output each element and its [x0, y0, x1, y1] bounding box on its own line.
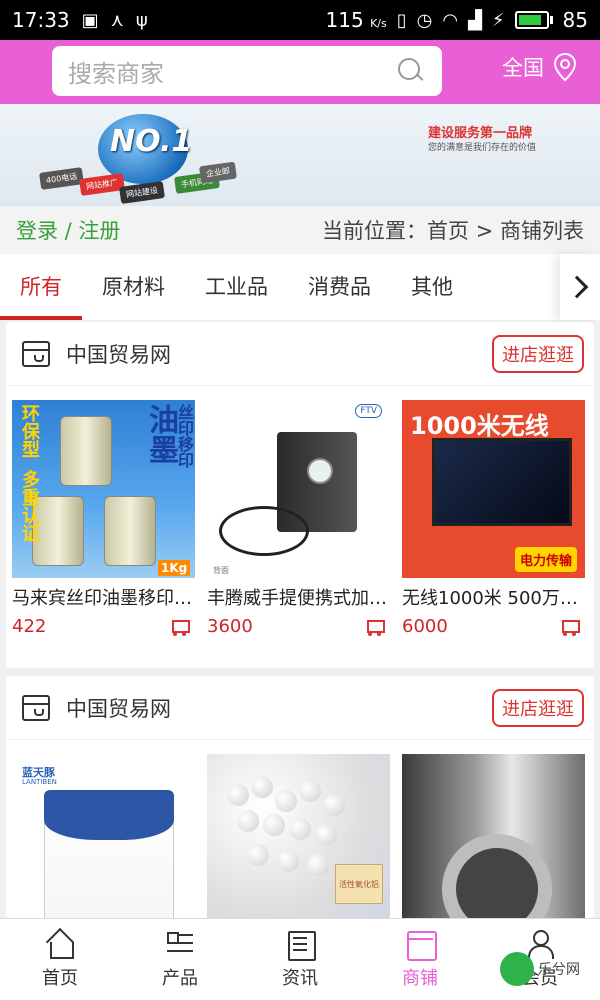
product-image[interactable]: 活性氧化铝: [207, 754, 390, 918]
breadcrumb-bar: 登录 / 注册 当前位置：首页 > 商铺列表: [0, 206, 600, 254]
cart-icon[interactable]: [559, 618, 580, 636]
visit-shop-button[interactable]: 进店逛逛: [492, 688, 584, 727]
category-tabs: 所有 原材料 工业品 消费品 其他: [0, 254, 600, 320]
shop-header: 中国贸易网 进店逛逛: [6, 322, 594, 386]
tab-consumer[interactable]: 消费品: [288, 254, 391, 320]
shop-card: 中国贸易网 进店逛逛 蓝天豚 LANTIBEN 活性氧化铝: [6, 676, 594, 918]
product-item[interactable]: 环保型 多重认证 油墨 丝印移印 1Kg 马来宾丝印油墨移印油墨 422: [12, 400, 195, 637]
shop-name[interactable]: 中国贸易网: [66, 339, 171, 369]
search-icon[interactable]: [396, 56, 426, 86]
store-icon: [22, 694, 50, 721]
banner-subslogan: 您的满意是我们存在的价值: [428, 143, 537, 153]
battery-icon: [514, 11, 553, 29]
product-image-text: LANTIBEN: [22, 778, 57, 786]
location-pin-icon: [553, 52, 577, 82]
vibrate-icon: ▯: [396, 9, 407, 31]
product-image-text: 背面: [213, 566, 229, 575]
nav-label: 首页: [42, 967, 78, 989]
banner-chip: 网站推广: [79, 173, 125, 196]
product-image-text: 环保型: [19, 404, 40, 458]
alarm-icon: ◷: [416, 9, 433, 31]
product-list: 环保型 多重认证 油墨 丝印移印 1Kg 马来宾丝印油墨移印油墨 422 FTV…: [6, 386, 594, 637]
promo-banner[interactable]: NO.1 400电话 网站推广 网站建设 手机网站 企业邮 建设服务第一品牌 您…: [0, 104, 600, 206]
banner-chip: 企业邮: [198, 161, 238, 184]
nav-news[interactable]: 资讯: [240, 919, 360, 1000]
product-image-text: 活性氧化铝: [335, 864, 383, 904]
battery-percent: 85: [562, 8, 588, 32]
shop-icon: [405, 930, 437, 961]
product-image[interactable]: 蓝天豚 LANTIBEN: [12, 754, 195, 918]
visit-shop-button[interactable]: 进店逛逛: [492, 334, 584, 373]
product-image[interactable]: 1000米无线 电力传输: [402, 400, 585, 578]
product-price: 422: [12, 616, 47, 637]
app-header: 搜索商家 全国: [0, 40, 600, 104]
shop-header: 中国贸易网 进店逛逛: [6, 676, 594, 740]
product-item[interactable]: 1000米无线 电力传输 无线1000米 500万1080P 6000: [402, 400, 585, 637]
tab-all[interactable]: 所有: [0, 254, 82, 320]
tab-industrial[interactable]: 工业品: [185, 254, 288, 320]
product-image-text: 多重认证: [19, 470, 40, 542]
search-placeholder: 搜索商家: [68, 59, 164, 88]
network-speed: 115 K/s: [325, 8, 387, 32]
product-image-text: 丝印移印: [175, 404, 194, 468]
product-image[interactable]: [402, 754, 585, 918]
cart-icon[interactable]: [169, 618, 190, 636]
grid-icon: [165, 930, 195, 958]
product-image-text: 1Kg: [158, 560, 191, 576]
search-input[interactable]: 搜索商家: [52, 46, 442, 96]
product-name[interactable]: 无线1000米 500万1080P: [402, 584, 585, 610]
product-item[interactable]: 蓝天豚 LANTIBEN: [12, 754, 195, 918]
store-icon: [22, 340, 50, 367]
watermark-logo-icon: [500, 952, 534, 986]
product-image-text: 电力传输: [514, 547, 577, 572]
product-image[interactable]: 环保型 多重认证 油墨 丝印移印 1Kg: [12, 400, 195, 578]
nav-label: 资讯: [282, 967, 318, 989]
product-price: 6000: [402, 616, 448, 637]
watermark: 乐兮网: [500, 952, 580, 986]
nav-label: 产品: [162, 967, 198, 989]
status-bar: 17:33 ▣ ⋏ ψ 115 K/s ▯ ◷ ◠ ▟ ⚡ 85: [0, 0, 600, 40]
nav-products[interactable]: 产品: [120, 919, 240, 1000]
nav-home[interactable]: 首页: [0, 919, 120, 1000]
product-price: 3600: [207, 616, 253, 637]
product-image[interactable]: FTV 背面: [207, 400, 390, 578]
product-name[interactable]: 马来宾丝印油墨移印油墨: [12, 584, 195, 610]
share-icon: ⋏: [110, 9, 124, 31]
signal-icon: ▟: [468, 9, 482, 31]
product-image-text: FTV: [355, 404, 382, 418]
nav-shops[interactable]: 商铺: [360, 919, 480, 1000]
product-name[interactable]: 丰腾威手提便携式加湿器: [207, 584, 390, 610]
news-icon: [285, 930, 316, 961]
wifi-icon: ◠: [442, 9, 459, 31]
usb-icon: ψ: [135, 9, 148, 31]
shop-name[interactable]: 中国贸易网: [66, 693, 171, 723]
nav-label: 商铺: [402, 967, 438, 989]
shop-card: 中国贸易网 进店逛逛 环保型 多重认证 油墨 丝印移印 1Kg 马来宾丝印油墨移…: [6, 322, 594, 668]
tab-raw-materials[interactable]: 原材料: [82, 254, 185, 320]
status-time: 17:33: [12, 8, 70, 32]
product-item[interactable]: [402, 754, 585, 918]
banner-slogan: 建设服务第一品牌: [428, 126, 533, 141]
cart-icon[interactable]: [364, 618, 385, 636]
banner-logo-text: NO.1: [110, 124, 193, 159]
banner-chip: 网站建设: [119, 181, 165, 204]
tab-other[interactable]: 其他: [391, 254, 473, 320]
banner-chip: 400电话: [39, 167, 85, 190]
product-image-text: 1000米无线: [410, 412, 549, 440]
charging-icon: ⚡: [491, 9, 505, 31]
login-register-link[interactable]: 登录 / 注册: [16, 215, 120, 245]
product-item[interactable]: FTV 背面 丰腾威手提便携式加湿器 3600: [207, 400, 390, 637]
product-list: 蓝天豚 LANTIBEN 活性氧化铝: [6, 740, 594, 918]
product-item[interactable]: 活性氧化铝: [207, 754, 390, 918]
breadcrumb: 当前位置：首页 > 商铺列表: [322, 219, 584, 243]
home-icon: [45, 930, 75, 959]
watermark-text: 乐兮网: [538, 962, 580, 978]
region-selector[interactable]: 全国: [502, 52, 578, 82]
tabs-next-button[interactable]: [560, 254, 600, 320]
chevron-right-icon: [565, 275, 589, 299]
image-icon: ▣: [81, 9, 99, 31]
region-label: 全国: [502, 56, 544, 80]
